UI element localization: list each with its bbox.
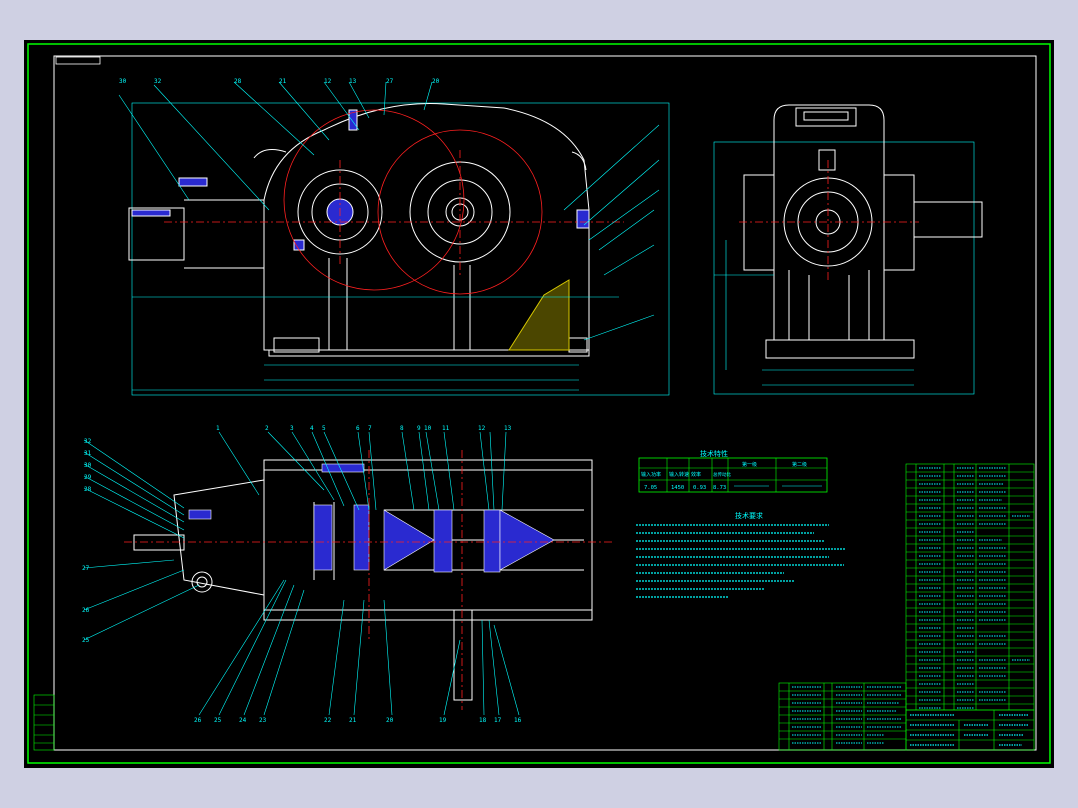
plan-balloon-labels: 32 31 30 29 28 27 26 25 [82, 438, 92, 644]
plan-balloon-bottom-0: 26 [194, 717, 202, 724]
plan-view [133, 459, 593, 701]
parts-list-table [905, 463, 1035, 711]
front-balloon-1: 32 [154, 78, 162, 85]
tech-param-header-2: 效率 [691, 471, 701, 478]
sheet-outer-frame [27, 43, 1051, 764]
tech-params-table: 技术特性 输入功率 输入转速 效率 总传动比 第一级 第二级 7.05 1450… [638, 449, 828, 493]
front-dimensions [118, 81, 660, 391]
tech-param-value-3: 8.73 [713, 485, 726, 491]
front-balloon-4: 12 [324, 78, 332, 85]
plan-balloon-bottom-4: 22 [324, 717, 332, 724]
plan-balloon-bottom-1: 25 [214, 717, 222, 724]
svg-text:32: 32 [84, 438, 92, 445]
tech-param-header-1: 输入转速 [669, 471, 689, 478]
plan-balloon-bottom-8: 18 [479, 717, 487, 724]
plan-balloon-top-9: 10 [424, 425, 432, 432]
svg-text:25: 25 [82, 637, 90, 644]
front-balloon-7: 20 [432, 78, 440, 85]
front-balloon-6: 27 [386, 78, 394, 85]
tech-param-header-5: 第二级 [792, 461, 807, 468]
title-tab [55, 56, 101, 65]
tech-requirements: 技术要求 [636, 511, 846, 598]
tech-params-title: 技术特性 [700, 449, 728, 458]
plan-balloon-top-2: 3 [290, 425, 294, 432]
svg-text:26: 26 [82, 607, 90, 614]
tech-param-header-3: 总传动比 [713, 471, 731, 478]
plan-balloon-bottom-5: 21 [349, 717, 357, 724]
plan-balloon-bottom-2: 24 [239, 717, 247, 724]
plan-balloon-bottom-3: 23 [259, 717, 267, 724]
plan-balloon-top-7: 8 [400, 425, 404, 432]
plan-balloon-top-10: 11 [442, 425, 450, 432]
parts-list-bottom [778, 682, 907, 751]
tech-param-header-4: 第一级 [742, 461, 757, 468]
front-balloon-2: 28 [234, 78, 242, 85]
svg-text:27: 27 [82, 565, 90, 572]
plan-fills [188, 463, 555, 573]
plan-balloon-top-3: 4 [310, 425, 314, 432]
svg-text:31: 31 [84, 450, 92, 457]
plan-balloon-top-1: 2 [265, 425, 269, 432]
front-balloon-0: 30 [119, 78, 127, 85]
tech-param-value-2: 0.93 [693, 485, 706, 491]
plan-balloon-top-6: 7 [368, 425, 372, 432]
plan-balloon-bottom-7: 19 [439, 717, 447, 724]
tech-param-value-1: 1450 [671, 485, 684, 491]
svg-text:28: 28 [84, 486, 92, 493]
svg-text:29: 29 [84, 474, 92, 481]
plan-balloon-bottom-9: 17 [494, 717, 502, 724]
tech-param-value-0: 7.05 [644, 485, 657, 491]
front-centerlines [164, 109, 624, 295]
front-balloon-5: 13 [349, 78, 357, 85]
gearbox-assembly-drawing: 323130 292827 2625 技术特性 输入功率 输入转速 效率 总传动… [27, 43, 1051, 764]
front-view [128, 102, 670, 396]
plan-balloon-top-0: 1 [216, 425, 220, 432]
plan-balloon-top-4: 5 [322, 425, 326, 432]
plan-balloon-top-8: 9 [417, 425, 421, 432]
front-balloon-3: 21 [279, 78, 287, 85]
title-block [905, 709, 1035, 751]
cad-drawing-viewport[interactable]: 32 31 30 29 28 27 26 25 技术特性 输入功率 输入转速 效率 总传动… [24, 40, 1054, 768]
plan-balloon-bottom-6: 20 [386, 717, 394, 724]
plan-balloon-top-12: 13 [504, 425, 512, 432]
svg-text:30: 30 [84, 462, 92, 469]
sheet-inner-frame [53, 55, 1037, 751]
tech-requirements-lines [636, 524, 846, 598]
tech-param-header-0: 输入功率 [641, 471, 661, 478]
plan-balloon-top-5: 6 [356, 425, 360, 432]
revision-block [33, 694, 55, 751]
plan-balloon-bottom-10: 16 [514, 717, 522, 724]
plan-balloon-top-11: 12 [478, 425, 486, 432]
side-view [713, 104, 983, 395]
tech-requirements-title: 技术要求 [735, 511, 763, 520]
